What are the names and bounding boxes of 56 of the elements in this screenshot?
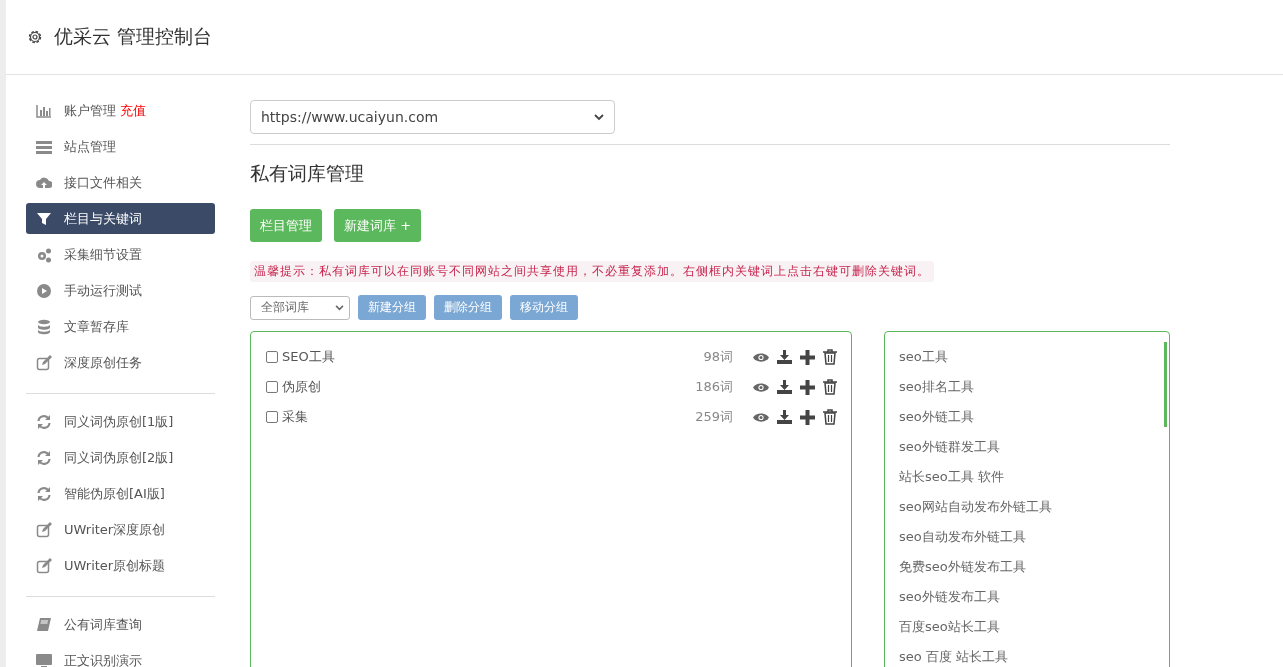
sidebar-item[interactable]: 公有词库查询 — [26, 609, 215, 640]
keyword-item[interactable]: seo网站自动发布外链工具 — [885, 492, 1169, 522]
keyword-item[interactable]: seo外链工具 — [885, 402, 1169, 432]
keyword-item[interactable]: seo排名工具 — [885, 372, 1169, 402]
sidebar-item[interactable]: 账户管理 充值 — [26, 95, 215, 126]
notice-text: 温馨提示：私有词库可以在同账号不同网站之间共享使用，不必重复添加。右侧框内关键词上点击右键可删除关键词。 — [250, 261, 934, 282]
sidebar-item[interactable]: 站点管理 — [26, 131, 215, 162]
sidebar-item[interactable]: 同义词伪原创[1版] — [26, 406, 215, 437]
eye-icon[interactable] — [753, 351, 769, 363]
scrollbar-thumb[interactable] — [1164, 342, 1167, 427]
sidebar-item[interactable]: 智能伪原创[AI版] — [26, 478, 215, 509]
library-name: SEO工具 — [282, 348, 336, 366]
settings-icon — [26, 28, 44, 46]
sidebar-item[interactable]: 采集细节设置 — [26, 239, 215, 270]
checkbox[interactable] — [266, 411, 278, 423]
keyword-item[interactable]: seo 百度 站长工具 — [885, 642, 1169, 667]
console-title: 优采云 管理控制台 — [54, 24, 213, 49]
word-count: 259词 — [695, 408, 733, 426]
eye-icon[interactable] — [753, 411, 769, 423]
caret-icon — [335, 304, 344, 311]
sidebar-item[interactable]: UWriter深度原创 — [26, 514, 215, 545]
keyword-item[interactable]: seo外链群发工具 — [885, 432, 1169, 462]
checkbox[interactable] — [266, 381, 278, 393]
sidebar-item[interactable]: 栏目与关键词 — [26, 203, 215, 234]
section-title: 私有词库管理 — [250, 161, 365, 186]
eye-icon[interactable] — [753, 381, 769, 393]
keyword-item[interactable]: 百度seo站长工具 — [885, 612, 1169, 642]
keyword-item[interactable]: seo工具 — [885, 342, 1169, 372]
keyword-item[interactable]: seo自动发布外链工具 — [885, 522, 1169, 552]
sidebar-item[interactable]: 正文识别演示 — [26, 645, 215, 667]
download-icon[interactable] — [777, 380, 792, 394]
trash-icon[interactable] — [823, 409, 837, 425]
checkbox[interactable] — [266, 351, 278, 363]
library-filter-select[interactable]: 全部词库 — [250, 295, 350, 320]
site-select[interactable]: https://www.ucaiyun.com — [250, 100, 615, 134]
plus-icon[interactable] — [800, 409, 815, 425]
plus-icon[interactable] — [800, 349, 815, 365]
library-name: 伪原创 — [282, 378, 322, 396]
sidebar-item[interactable]: 手动运行测试 — [26, 275, 215, 306]
sidebar-item[interactable]: 文章暂存库 — [26, 311, 215, 342]
trash-icon[interactable] — [823, 349, 837, 365]
sidebar-item[interactable]: 接口文件相关 — [26, 167, 215, 198]
sidebar-item[interactable]: 同义词伪原创[2版] — [26, 442, 215, 473]
download-icon[interactable] — [777, 410, 792, 424]
download-icon[interactable] — [777, 350, 792, 364]
word-count: 98词 — [703, 348, 733, 366]
keyword-item[interactable]: seo外链发布工具 — [885, 582, 1169, 612]
sidebar-item[interactable]: UWriter原创标题 — [26, 550, 215, 581]
word-count: 186词 — [695, 378, 733, 396]
sidebar-item[interactable]: 深度原创任务 — [26, 347, 215, 378]
keyword-item[interactable]: 免费seo外链发布工具 — [885, 552, 1169, 582]
keyword-item[interactable]: 站长seo工具 软件 — [885, 462, 1169, 492]
caret-icon — [594, 113, 604, 121]
library-name: 采集 — [282, 408, 309, 426]
trash-icon[interactable] — [823, 379, 837, 395]
plus-icon[interactable] — [800, 379, 815, 395]
